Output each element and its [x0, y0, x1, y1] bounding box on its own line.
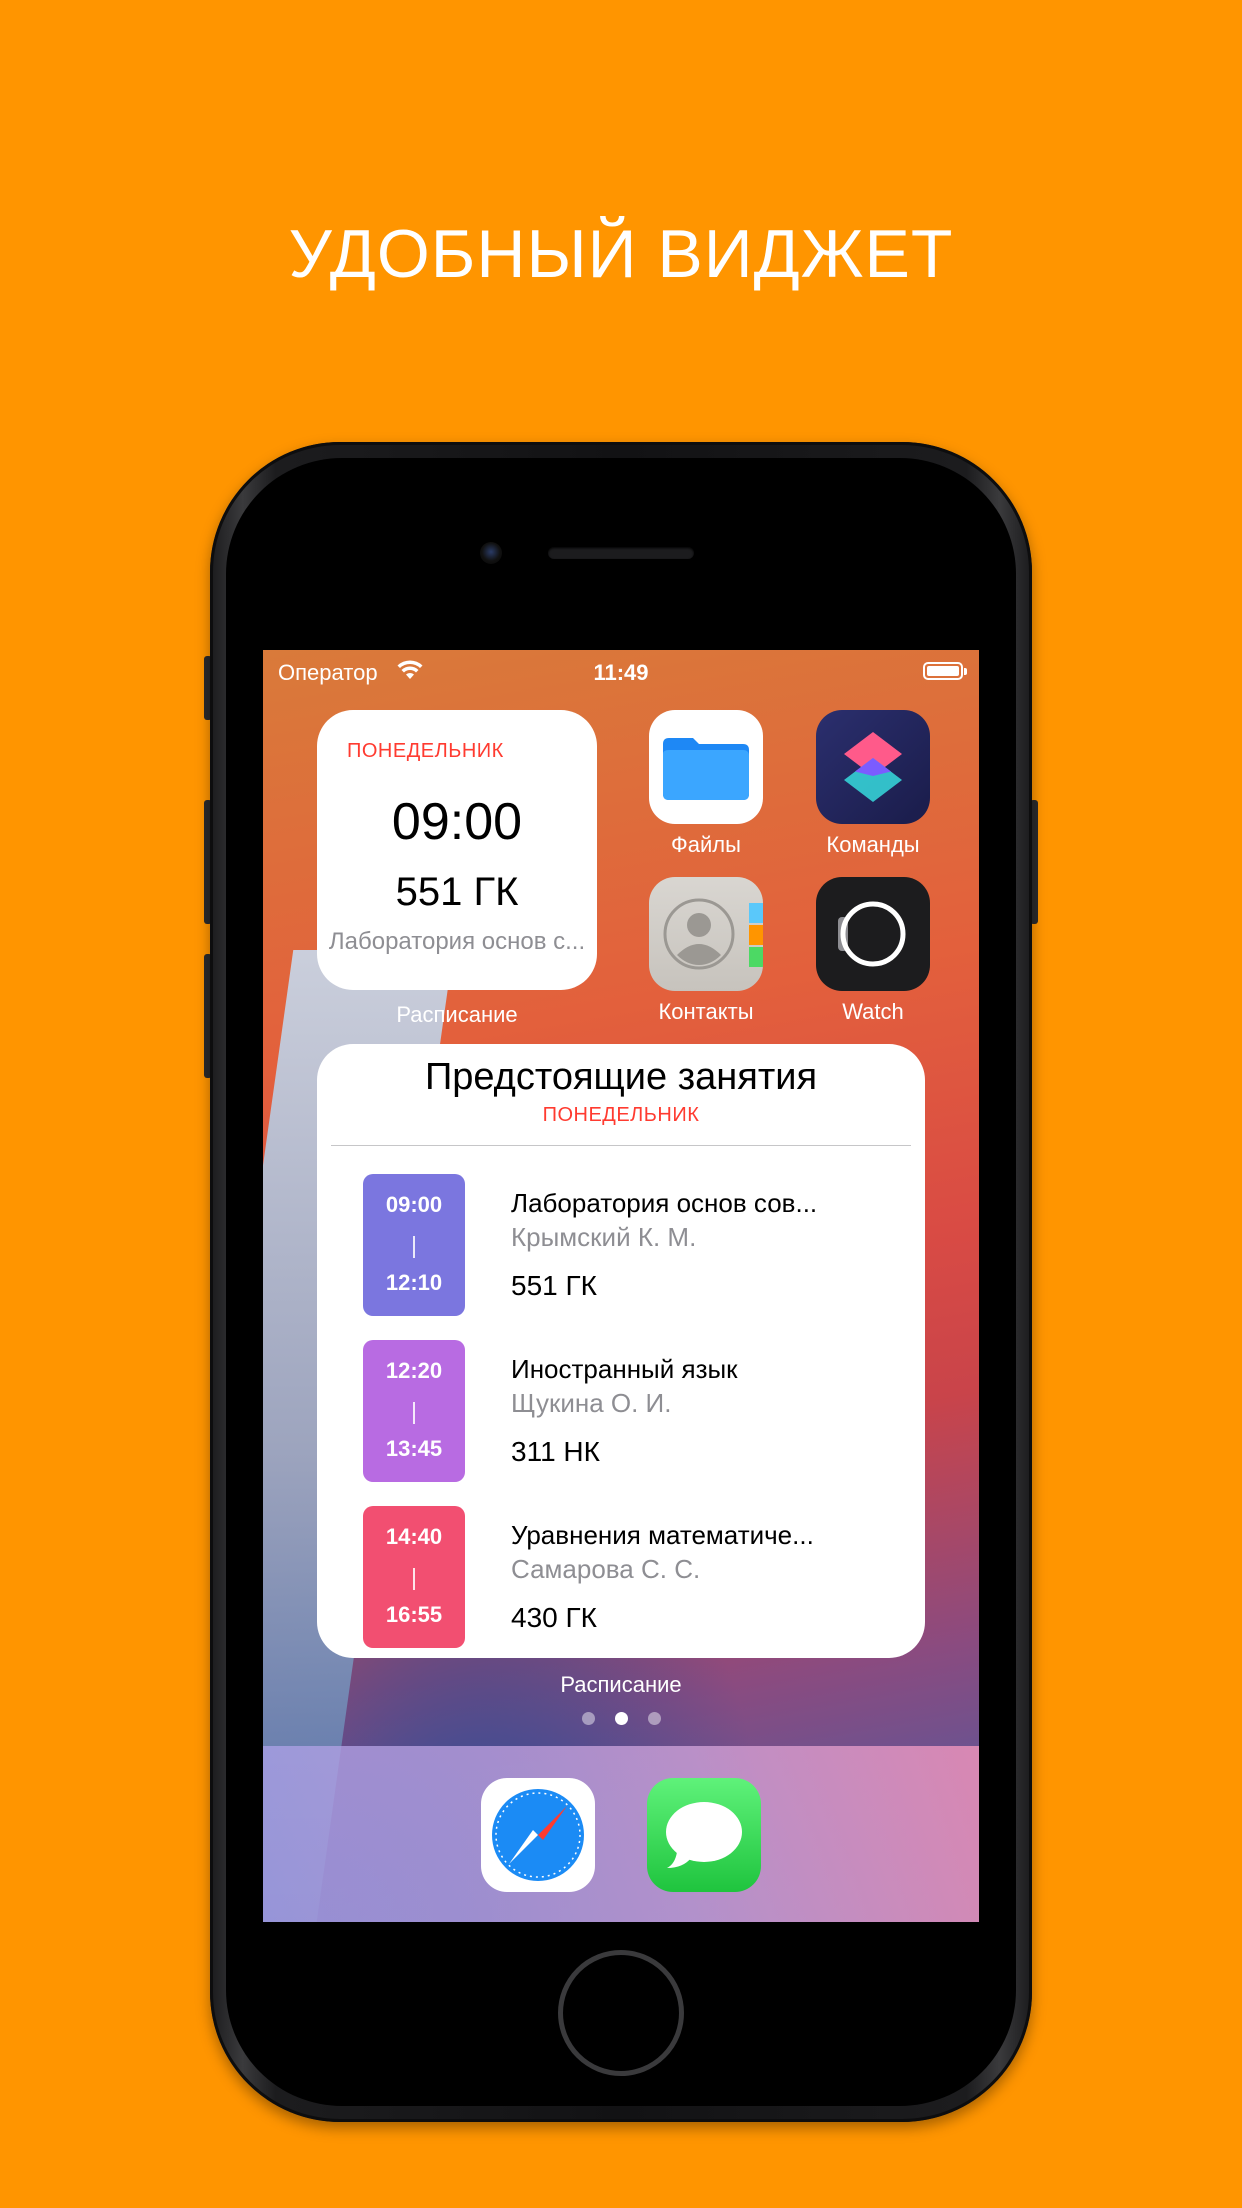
battery-icon [923, 662, 967, 680]
watch-app-label: Watch [842, 999, 904, 1024]
lesson-item[interactable]: 09:00 12:10 Лаборатория основ сов... Кры… [317, 1174, 925, 1324]
lesson-subject: Лаборатория основ сов... [511, 1188, 818, 1218]
safari-icon[interactable] [481, 1778, 595, 1892]
home-screen: Оператор 11:49 ПОНЕДЕЛЬНИК 09:00 551 ГК … [263, 650, 979, 1922]
earpiece-speaker [548, 547, 694, 559]
large-widget-label: Расписание [560, 1672, 682, 1697]
lesson-room: 311 НК [511, 1436, 600, 1467]
lesson-teacher: Самарова С. С. [511, 1554, 701, 1584]
lesson-room: 430 ГК [511, 1602, 597, 1633]
page-dot[interactable] [581, 1712, 595, 1725]
widget-time: 09:00 [391, 793, 523, 851]
lesson-subject: Уравнения математиче... [511, 1520, 814, 1550]
lesson-time-pill: 12:20 13:45 [363, 1340, 465, 1482]
widget-day: ПОНЕДЕЛЬНИК [347, 740, 504, 762]
widget-room: 551 ГК [395, 870, 519, 914]
schedule-small-widget[interactable]: ПОНЕДЕЛЬНИК 09:00 551 ГК Лаборатория осн… [317, 710, 597, 990]
widget-day: ПОНЕДЕЛЬНИК [542, 1104, 700, 1126]
page-dot-active[interactable] [614, 1712, 628, 1725]
page-indicator[interactable] [263, 1712, 979, 1730]
lesson-subject: Иностранный язык [511, 1354, 738, 1384]
widget-subject: Лаборатория основ с... [328, 928, 586, 955]
page-dot[interactable] [647, 1712, 661, 1725]
widget-title: Предстоящие занятия [424, 1056, 818, 1098]
clock: 11:49 [593, 660, 649, 685]
dock [263, 1746, 979, 1922]
messages-icon[interactable] [647, 1778, 761, 1892]
lesson-room: 551 ГК [511, 1270, 597, 1301]
lesson-start-time: 12:20 [385, 1358, 443, 1383]
lesson-end-time: 12:10 [385, 1270, 443, 1295]
lesson-time-pill: 14:40 16:55 [363, 1506, 465, 1648]
watch-app-icon[interactable] [816, 877, 930, 991]
lesson-teacher: Крымский К. М. [511, 1222, 697, 1252]
lesson-item[interactable]: 14:40 16:55 Уравнения математиче... Сама… [317, 1506, 925, 1656]
shortcuts-app-label: Команды [826, 832, 920, 857]
status-bar: Оператор 11:49 [263, 650, 979, 694]
lesson-item[interactable]: 12:20 13:45 Иностранный язык Щукина О. И… [317, 1340, 925, 1490]
lesson-end-time: 13:45 [385, 1436, 443, 1461]
files-app-icon[interactable] [649, 710, 763, 824]
lesson-end-time: 16:55 [385, 1602, 443, 1627]
lesson-teacher: Щукина О. И. [511, 1388, 672, 1418]
divider [331, 1145, 911, 1146]
home-button[interactable] [558, 1950, 684, 2076]
front-camera [480, 542, 502, 564]
contacts-app-label: Контакты [658, 999, 754, 1024]
lesson-time-pill: 09:00 12:10 [363, 1174, 465, 1316]
lesson-start-time: 14:40 [385, 1524, 443, 1549]
lesson-start-time: 09:00 [385, 1192, 443, 1217]
upcoming-lessons-widget[interactable]: Предстоящие занятия ПОНЕДЕЛЬНИК 09:00 12… [317, 1044, 925, 1658]
small-widget-label: Расписание [396, 1002, 518, 1027]
shortcuts-app-icon[interactable] [816, 710, 930, 824]
contacts-app-icon[interactable] [649, 877, 763, 991]
headline: УДОБНЫЙ ВИДЖЕТ [288, 216, 954, 292]
files-app-label: Файлы [671, 832, 741, 857]
